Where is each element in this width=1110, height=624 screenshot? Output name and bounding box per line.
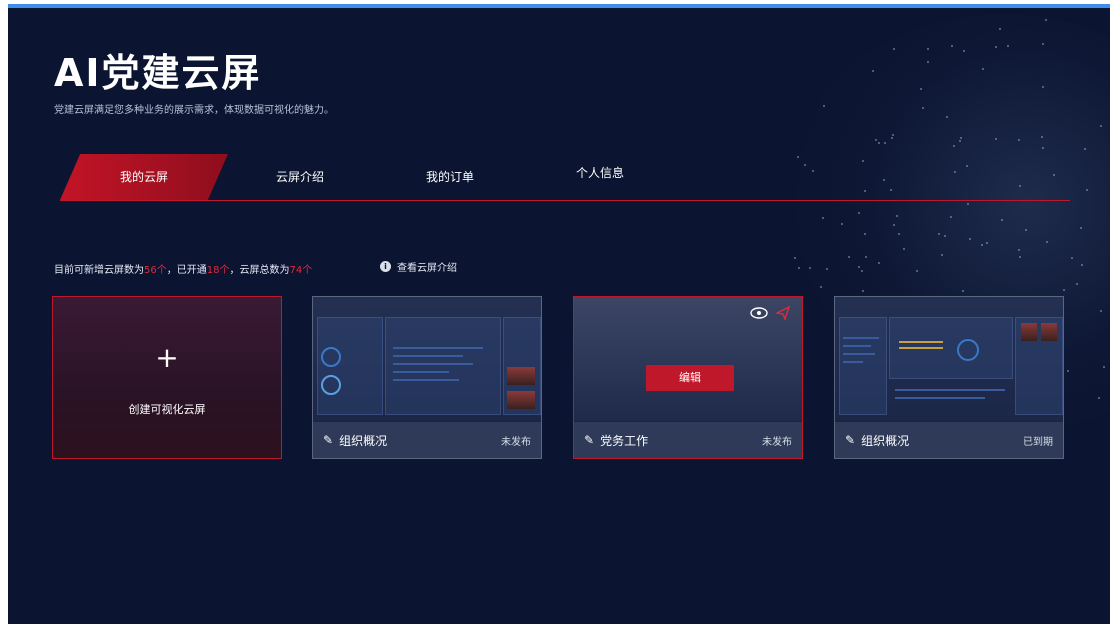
create-screen-card[interactable]: + 创建可视化云屏	[52, 296, 282, 459]
stats-available: 56个	[144, 265, 167, 276]
pencil-icon[interactable]: ✎	[845, 433, 855, 447]
screen-status: 未发布	[501, 436, 531, 448]
particle-dot	[793, 257, 796, 260]
particle-dot	[861, 289, 864, 292]
particle-dot	[981, 67, 984, 70]
screen-thumbnail[interactable]	[835, 297, 1063, 421]
particle-dot	[1097, 396, 1100, 399]
particle-dot	[1024, 228, 1027, 231]
stats-opened: 18个	[206, 265, 230, 276]
app-window: AI党建云屏 党建云屏满足您多种业务的展示需求，体现数据可视化的魅力。 我的云屏…	[8, 4, 1110, 624]
particle-dot	[821, 216, 824, 219]
pencil-icon[interactable]: ✎	[323, 433, 333, 447]
particle-dot	[902, 247, 905, 250]
particle-dot	[920, 87, 923, 90]
info-icon: i	[380, 261, 391, 272]
tab-screen-intro[interactable]: 云屏介绍	[250, 154, 350, 200]
stats-prefix: 目前可新增云屏数为	[54, 265, 144, 276]
particle-dot	[1079, 226, 1082, 229]
screen-card[interactable]: ✎ 组织概况 未发布	[312, 296, 542, 459]
stats-total: 74个	[289, 265, 313, 276]
screen-card-footer: ✎ 组织概况 已到期	[835, 422, 1063, 458]
tab-my-orders[interactable]: 我的订单	[400, 154, 500, 200]
particle-dot	[961, 289, 964, 292]
particle-dot	[1080, 263, 1083, 266]
particle-dot	[1066, 369, 1069, 372]
eye-icon[interactable]	[750, 307, 768, 319]
screen-card-footer: ✎ 党务工作 未发布	[574, 422, 802, 458]
particle-dot	[891, 133, 894, 136]
pencil-icon[interactable]: ✎	[584, 433, 594, 447]
screen-card-footer: ✎ 组织概况 未发布	[313, 422, 541, 458]
view-intro-label: 查看云屏介绍	[397, 263, 457, 274]
particle-dot	[1019, 256, 1022, 259]
particle-dot	[1075, 282, 1078, 285]
edit-button[interactable]: 编辑	[646, 365, 734, 391]
screen-name: 党务工作	[600, 433, 649, 448]
screen-card-selected[interactable]: 编辑 ✎ 党务工作 未发布	[573, 296, 803, 459]
tab-bar: 我的云屏 云屏介绍 我的订单 个人信息	[50, 154, 1070, 204]
particle-dot	[897, 232, 900, 235]
top-accent-bar	[8, 4, 1110, 8]
particle-dot	[1017, 138, 1020, 141]
page-title: AI党建云屏	[54, 51, 262, 95]
screen-name: 组织概况	[861, 433, 910, 448]
screen-thumbnail[interactable]: 编辑	[574, 297, 802, 421]
screen-stats: 目前可新增云屏数为56个，已开通18个，云屏总数为74个	[54, 261, 312, 276]
particle-dot	[1085, 188, 1088, 191]
particle-dot	[1044, 18, 1047, 21]
screen-card[interactable]: ✎ 组织概况 已到期	[834, 296, 1064, 459]
tab-underline	[60, 200, 1070, 201]
particle-dot	[819, 286, 822, 289]
plus-icon: +	[155, 341, 179, 374]
particle-dot	[950, 215, 953, 218]
page-subtitle: 党建云屏满足您多种业务的展示需求，体现数据可视化的魅力。	[54, 105, 334, 116]
particle-dot	[1103, 365, 1106, 368]
stats-opened-label: ，已开通	[166, 265, 207, 276]
particle-dot	[864, 232, 867, 235]
screen-status: 未发布	[762, 436, 792, 448]
particle-dot	[890, 136, 893, 139]
particle-dot	[945, 115, 948, 118]
particle-dot	[969, 237, 972, 240]
screen-name: 组织概况	[339, 433, 388, 448]
screen-status: 已到期	[1023, 436, 1053, 448]
particle-dot	[926, 60, 929, 63]
send-icon[interactable]	[776, 306, 790, 320]
stats-total-label: ，云屏总数为	[229, 265, 290, 276]
particle-dot	[915, 269, 918, 272]
particle-dot	[959, 136, 962, 139]
view-intro-link[interactable]: i 查看云屏介绍	[380, 259, 457, 274]
tab-personal-info[interactable]: 个人信息	[550, 150, 650, 196]
screen-thumbnail[interactable]	[313, 297, 541, 421]
create-screen-label: 创建可视化云屏	[128, 403, 206, 416]
particle-dot	[941, 253, 944, 256]
tab-my-screens[interactable]: 我的云屏	[60, 154, 228, 200]
particle-dot	[994, 137, 997, 140]
